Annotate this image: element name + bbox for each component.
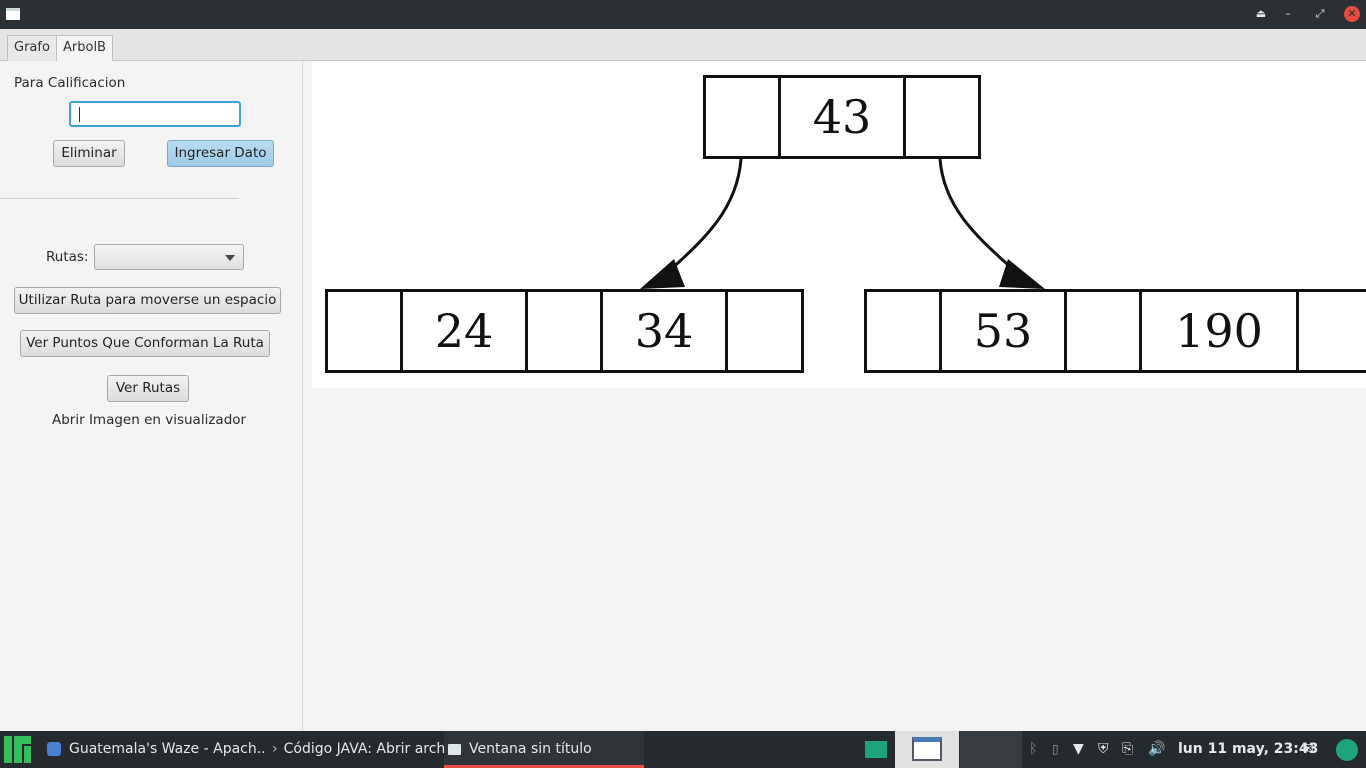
ver-puntos-button[interactable]: Ver Puntos Que Conforman La Ruta (20, 330, 270, 357)
user-icon[interactable] (1336, 739, 1358, 761)
task-label: Guatemala's Waze - Apach... (69, 741, 267, 757)
separator (0, 198, 239, 199)
workspace-3[interactable] (960, 731, 1022, 768)
key-cell: 34 (603, 292, 728, 370)
dato-input[interactable] (69, 101, 241, 127)
maximize-button[interactable]: ⤢ (1312, 6, 1328, 22)
clipboard-icon[interactable]: ⎘ (1122, 731, 1133, 768)
pointer-cell (1299, 292, 1366, 370)
task-label: Ventana sin título (469, 741, 592, 757)
btree-image: 43 24 34 53 190 (312, 61, 1366, 388)
tab-grafo[interactable]: Grafo (7, 35, 57, 61)
chevron-down-icon (225, 255, 235, 261)
clock[interactable]: lun 11 may, 23:43 (1178, 731, 1318, 768)
rutas-combobox[interactable] (94, 244, 244, 270)
ingresar-dato-button[interactable]: Ingresar Dato (167, 140, 274, 167)
text-caret (79, 107, 80, 122)
manjaro-menu-icon[interactable] (4, 736, 31, 763)
tab-arbolb[interactable]: ArbolB (56, 35, 113, 62)
key-cell: 53 (942, 292, 1067, 370)
pointer-cell (867, 292, 942, 370)
workspace-2[interactable] (895, 731, 959, 768)
btree-left-child-node: 24 34 (325, 289, 804, 373)
wifi-icon[interactable]: ▼ (1073, 731, 1084, 768)
btree-right-child-node: 53 190 (864, 289, 1366, 373)
control-panel: Para Calificacion Eliminar Ingresar Dato… (0, 61, 303, 731)
pointer-cell (1067, 292, 1142, 370)
edge-right (938, 158, 1019, 275)
volume-icon[interactable]: 🔊 (1148, 731, 1165, 768)
eliminar-button[interactable]: Eliminar (53, 140, 125, 167)
key-cell: 24 (403, 292, 528, 370)
tab-strip: Grafo ArbolB (0, 29, 1366, 62)
pointer-cell (528, 292, 603, 370)
key-cell: 190 (1142, 292, 1299, 370)
close-button[interactable]: ✕ (1344, 6, 1360, 22)
window-app-icon (6, 8, 20, 20)
pointer-cell (328, 292, 403, 370)
task-waze[interactable]: Guatemala's Waze - Apach... (47, 731, 267, 768)
task-codigo-java[interactable]: › Código JAVA: Abrir archi... (272, 731, 444, 768)
window-icon (448, 743, 461, 755)
chevron-right-icon: › (272, 741, 278, 757)
calificacion-label: Para Calificacion (14, 75, 126, 91)
task-ventana-sin-titulo[interactable]: Ventana sin título (444, 731, 644, 768)
shield-icon[interactable]: ⛨ (1098, 731, 1109, 768)
abrir-imagen-label[interactable]: Abrir Imagen en visualizador (52, 412, 246, 428)
eject-icon[interactable]: ⏏ (1253, 6, 1269, 22)
netbeans-icon (47, 742, 61, 756)
edge-left (665, 158, 743, 275)
bluetooth-icon[interactable]: ᛒ (1029, 731, 1037, 768)
ver-rutas-button[interactable]: Ver Rutas (107, 375, 189, 402)
task-label: Código JAVA: Abrir archi... (283, 741, 444, 757)
workspace-1-icon[interactable] (865, 741, 887, 758)
image-viewer: 43 24 34 53 190 (304, 61, 1366, 731)
mail-icon[interactable]: ✉ (1302, 731, 1314, 768)
battery-icon[interactable]: ▯ (1052, 731, 1059, 768)
rutas-label: Rutas: (46, 249, 89, 265)
utilizar-ruta-button[interactable]: Utilizar Ruta para moverse un espacio (14, 287, 281, 314)
pointer-cell (728, 292, 801, 370)
minimize-button[interactable]: – (1280, 6, 1296, 22)
taskbar: Guatemala's Waze - Apach... › Código JAVA… (0, 731, 1366, 768)
window-title-bar: ⏏ – ⤢ ✕ (0, 0, 1366, 29)
